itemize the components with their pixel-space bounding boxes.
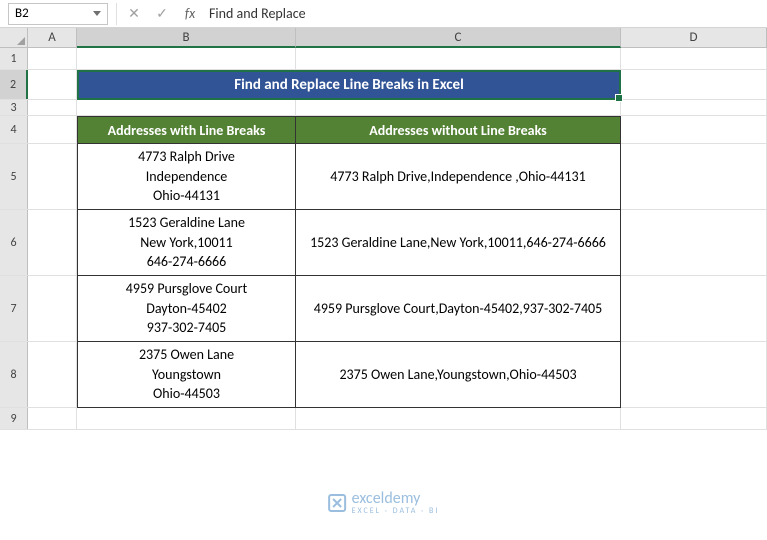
column-header-B[interactable]: B [77, 28, 296, 48]
formula-input[interactable] [199, 3, 767, 25]
row-header-8[interactable]: 8 [0, 342, 28, 407]
row-6: 6 [0, 210, 767, 276]
row-header-9[interactable]: 9 [0, 408, 28, 429]
name-box-dropdown-icon[interactable] [93, 11, 101, 16]
row-7: 7 [0, 276, 767, 342]
cell-A3[interactable] [28, 100, 77, 115]
watermark: exceldemy EXCEL · DATA · BI [328, 489, 440, 516]
cell-C6[interactable] [296, 210, 621, 275]
cell-A2[interactable] [28, 70, 77, 99]
cell-D2[interactable] [621, 70, 767, 99]
name-box[interactable]: B2 [8, 3, 108, 25]
cell-C5[interactable] [296, 144, 621, 209]
cell-B4[interactable] [77, 116, 296, 143]
row-header-2[interactable]: 2 [0, 70, 28, 99]
cell-A1[interactable] [28, 48, 77, 69]
formula-bar: B2 ✕ ✓ fx [0, 0, 767, 28]
cell-D9[interactable] [621, 408, 767, 429]
cell-A9[interactable] [28, 408, 77, 429]
row-header-7[interactable]: 7 [0, 276, 28, 341]
cell-C7[interactable] [296, 276, 621, 341]
cell-C8[interactable] [296, 342, 621, 407]
watermark-logo-icon [328, 494, 346, 512]
enter-icon[interactable]: ✓ [153, 5, 171, 22]
column-header-A[interactable]: A [28, 28, 77, 47]
cell-D4[interactable] [621, 116, 767, 143]
cell-C4[interactable] [296, 116, 621, 143]
title-text: Find and Replace Line Breaks in Excel [234, 76, 464, 94]
cell-D7[interactable] [621, 276, 767, 341]
cell-B9[interactable] [77, 408, 296, 429]
cell-A8[interactable] [28, 342, 77, 407]
cell-D3[interactable] [621, 100, 767, 115]
row-header-3[interactable]: 3 [0, 100, 28, 115]
column-header-D[interactable]: D [621, 28, 767, 47]
cell-A5[interactable] [28, 144, 77, 209]
cell-A7[interactable] [28, 276, 77, 341]
row-9: 9 [0, 408, 767, 430]
cell-B1[interactable] [77, 48, 296, 69]
title-cell-selected[interactable]: Find and Replace Line Breaks in Excel [77, 70, 621, 100]
cell-C3[interactable] [296, 100, 621, 115]
cell-B5[interactable] [77, 144, 296, 209]
cell-D5[interactable] [621, 144, 767, 209]
cell-B6[interactable] [77, 210, 296, 275]
spreadsheet-grid: A B C D 1 2 3 4 5 6 [0, 28, 767, 430]
row-header-6[interactable]: 6 [0, 210, 28, 275]
row-header-4[interactable]: 4 [0, 116, 28, 143]
formula-bar-buttons: ✕ ✓ fx [125, 5, 199, 22]
row-3: 3 [0, 100, 767, 116]
name-box-value: B2 [15, 6, 29, 21]
column-headers: A B C D [0, 28, 767, 48]
cell-A4[interactable] [28, 116, 77, 143]
cell-D1[interactable] [621, 48, 767, 69]
row-1: 1 [0, 48, 767, 70]
cell-B3[interactable] [77, 100, 296, 115]
row-8: 8 [0, 342, 767, 408]
column-header-C[interactable]: C [296, 28, 621, 48]
row-4: 4 [0, 116, 767, 144]
cancel-icon[interactable]: ✕ [125, 5, 143, 22]
row-header-5[interactable]: 5 [0, 144, 28, 209]
row-5: 5 [0, 144, 767, 210]
cell-D6[interactable] [621, 210, 767, 275]
select-all-corner[interactable] [0, 28, 28, 47]
cell-C1[interactable] [296, 48, 621, 69]
watermark-tagline: EXCEL · DATA · BI [352, 506, 440, 516]
cell-B8[interactable] [77, 342, 296, 407]
separator [116, 3, 117, 25]
fx-icon[interactable]: fx [181, 5, 199, 22]
cell-C9[interactable] [296, 408, 621, 429]
cell-A6[interactable] [28, 210, 77, 275]
cell-B7[interactable] [77, 276, 296, 341]
watermark-text: exceldemy EXCEL · DATA · BI [352, 489, 440, 516]
row-header-1[interactable]: 1 [0, 48, 28, 69]
cell-D8[interactable] [621, 342, 767, 407]
